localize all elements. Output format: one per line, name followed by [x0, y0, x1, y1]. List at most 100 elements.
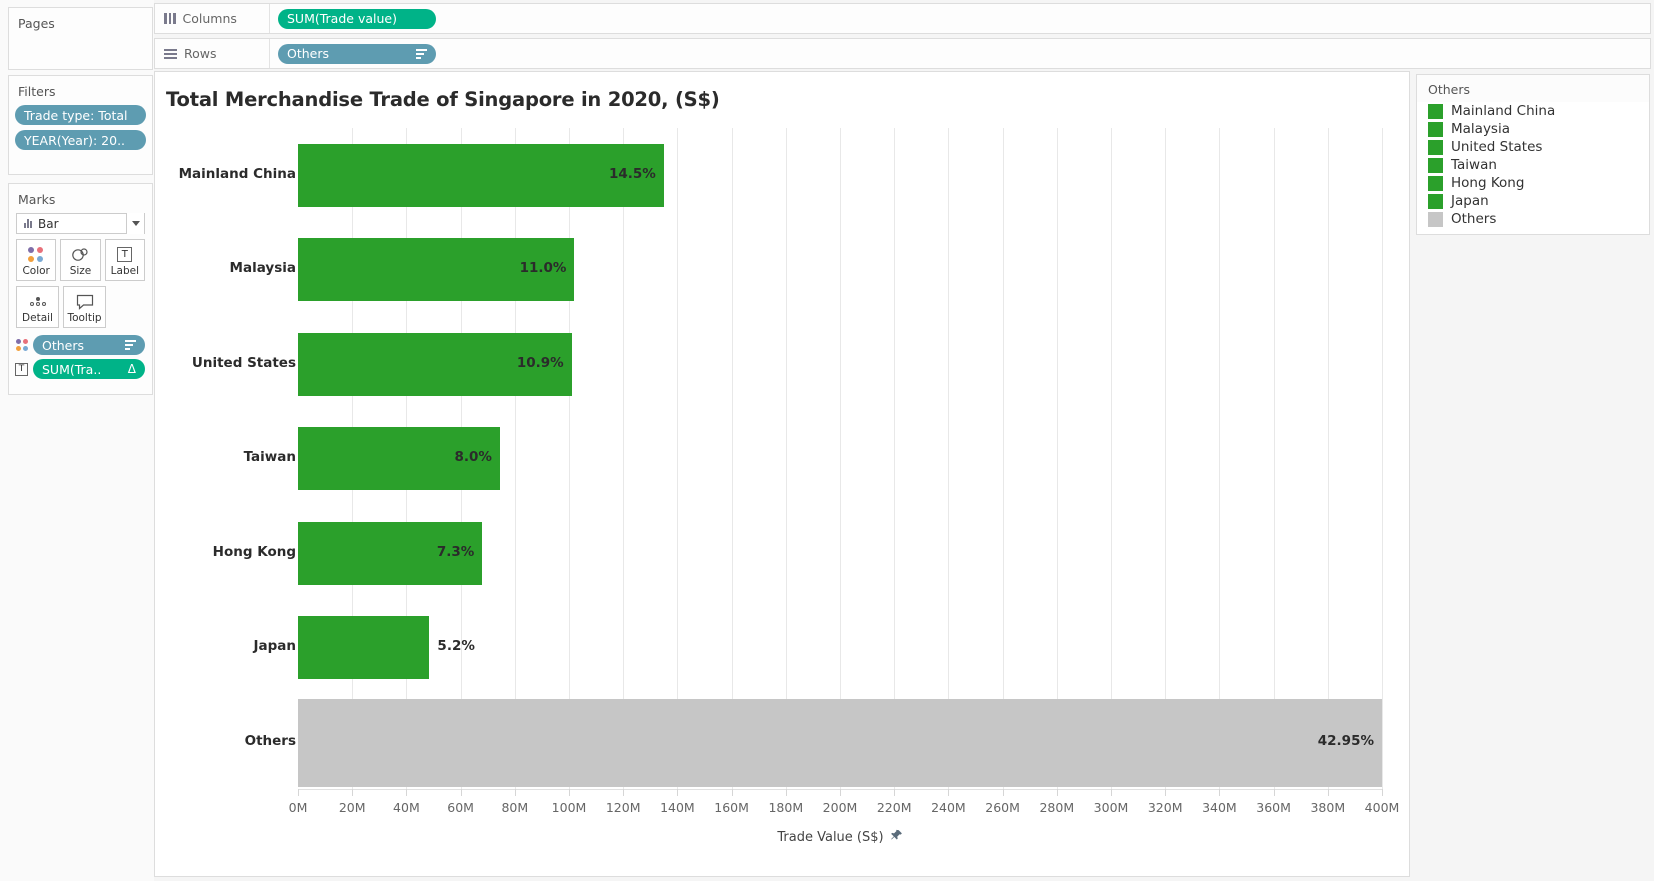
legend-item[interactable]: Malaysia — [1417, 120, 1649, 138]
row-header-label[interactable]: United States — [161, 355, 296, 371]
chart-row: Hong Kong 7.3% — [213, 506, 1382, 600]
axis-tick — [1273, 789, 1275, 796]
axis-tick — [840, 789, 841, 796]
rows-label-text: Rows — [184, 46, 217, 61]
axis-tick — [1219, 789, 1221, 796]
axis-tick — [1327, 789, 1329, 796]
rows-shelf[interactable]: Rows Others — [154, 38, 1651, 69]
marks-tooltip-button[interactable]: Tooltip — [63, 286, 106, 328]
left-shelf-column: Pages Filters Trade type: Total YEAR(Yea… — [0, 0, 154, 881]
axis-tick-label: 400M — [1364, 800, 1400, 815]
bar-mark[interactable] — [298, 616, 430, 680]
color-legend: Others Mainland China Malaysia United Stat… — [1416, 74, 1650, 235]
columns-pill-sum-trade-value[interactable]: SUM(Trade value) — [278, 8, 436, 29]
marks-pill-sum-trade[interactable]: T SUM(Tra.. Δ — [9, 359, 152, 383]
bar-mark[interactable] — [298, 698, 1382, 787]
row-header-label[interactable]: Mainland China — [161, 166, 296, 182]
axis-tick — [731, 789, 733, 796]
row-header-label[interactable]: Hong Kong — [161, 544, 296, 560]
marks-pill-sum-trade-pill[interactable]: SUM(Tra.. Δ — [33, 359, 145, 379]
filter-pill-trade-type[interactable]: Trade type: Total — [15, 105, 146, 125]
plot-area: Mainland China 14.5% Malaysia 11.0% United S… — [155, 128, 1409, 876]
columns-shelf[interactable]: Columns SUM(Trade value) — [154, 3, 1651, 34]
legend-swatch-icon — [1428, 103, 1443, 119]
page-title: Total Merchandise Trade of Singapore in … — [166, 88, 720, 111]
axis-tick-label: 60M — [447, 800, 474, 815]
marks-pill-others-pill[interactable]: Others — [33, 335, 145, 355]
marks-label-button[interactable]: T Label — [104, 239, 145, 281]
view-pane: Total Merchandise Trade of Singapore in … — [154, 71, 1410, 877]
legend-item-label: Malaysia — [1451, 121, 1510, 137]
axis-tick — [623, 789, 625, 796]
color-icon — [14, 339, 29, 351]
filter-pill-label: Trade type: Total — [24, 107, 128, 123]
chart-row: Japan 5.2% — [253, 600, 1382, 694]
axis-tick-label: 180M — [768, 800, 804, 815]
legend-item[interactable]: Hong Kong — [1417, 174, 1649, 192]
gridline — [1382, 128, 1383, 789]
pin-icon[interactable] — [890, 829, 903, 846]
axis-tick-label: 80M — [501, 800, 529, 815]
legend-item-label: United States — [1451, 139, 1543, 155]
axis-tick-label: 220M — [876, 800, 912, 815]
chart-row: Mainland China 14.5% — [179, 128, 1382, 222]
legend-item-label: Mainland China — [1451, 103, 1556, 119]
color-icon — [28, 244, 44, 265]
row-header-label[interactable]: Taiwan — [161, 449, 296, 465]
legend-swatch-icon — [1428, 121, 1443, 137]
bar-value-label: 7.3% — [436, 543, 475, 560]
marks-size-button[interactable]: Size — [60, 239, 101, 281]
tooltip-icon — [76, 291, 94, 312]
marks-detail-button[interactable]: Detail — [16, 286, 59, 328]
row-header-label[interactable]: Japan — [161, 638, 296, 654]
chart-row: Taiwan 8.0% — [244, 411, 1382, 505]
marks-pills: Others T SUM(Tra.. Δ — [9, 328, 152, 383]
rows-pill-others[interactable]: Others — [278, 43, 436, 64]
detail-icon — [29, 291, 46, 312]
bar-value-label: 42.95% — [1317, 732, 1374, 749]
axis-tick-label: 20M — [338, 800, 366, 815]
axis-tick-label: 380M — [1310, 800, 1346, 815]
marks-tooltip-label: Tooltip — [67, 312, 102, 324]
axis-tick — [1382, 789, 1383, 796]
filter-pill-year[interactable]: YEAR(Year): 20.. — [15, 130, 146, 150]
axis-tick — [569, 789, 570, 796]
marks-color-button[interactable]: Color — [16, 239, 57, 281]
legend-item-label: Taiwan — [1451, 157, 1497, 173]
marks-type-value: Bar — [38, 216, 59, 231]
bar-value-label: 10.9% — [516, 354, 564, 371]
axis-tick-label: 340M — [1202, 800, 1237, 815]
legend-swatch-icon — [1428, 139, 1443, 155]
axis-tick — [948, 789, 950, 796]
bar-value-label: 8.0% — [454, 449, 492, 466]
marks-type-dropdown[interactable]: Bar — [16, 213, 145, 234]
legend-item[interactable]: Japan — [1417, 192, 1649, 210]
pages-card: Pages — [8, 7, 153, 70]
legend-item[interactable]: United States — [1417, 138, 1649, 156]
legend-swatch-icon — [1428, 211, 1443, 227]
legend-swatch-icon — [1428, 157, 1443, 173]
legend-item[interactable]: Mainland China — [1417, 102, 1649, 120]
marks-color-label: Color — [22, 265, 50, 277]
axis-tick-label: 140M — [660, 800, 695, 815]
x-axis: 0M 20M 40M 60M 80M 100M 120M 140M 160M 180M 200M 22… — [289, 789, 1399, 845]
x-axis-title[interactable]: Trade Value (S$) — [298, 829, 1382, 846]
sort-icon — [125, 340, 136, 350]
bar-mark-icon — [24, 219, 32, 228]
filters-label: Filters — [18, 84, 56, 99]
x-axis-title-text: Trade Value (S$) — [777, 830, 884, 845]
row-header-label[interactable]: Others — [161, 733, 296, 749]
marks-buttons-row-2: Detail Tooltip — [9, 281, 152, 328]
axis-tick — [1111, 789, 1112, 796]
axis-tick-label: 200M — [822, 800, 858, 815]
axis-tick — [677, 789, 679, 796]
legend-item[interactable]: Others — [1417, 210, 1649, 228]
row-header-label[interactable]: Malaysia — [161, 260, 296, 276]
axis-tick — [894, 789, 896, 796]
marks-pill-others[interactable]: Others — [9, 335, 152, 359]
axis-tick-label: 360M — [1256, 800, 1291, 815]
size-icon — [71, 244, 90, 265]
chart-row: Others 42.95% — [245, 695, 1382, 789]
legend-item[interactable]: Taiwan — [1417, 156, 1649, 174]
chevron-down-icon[interactable] — [126, 213, 144, 234]
